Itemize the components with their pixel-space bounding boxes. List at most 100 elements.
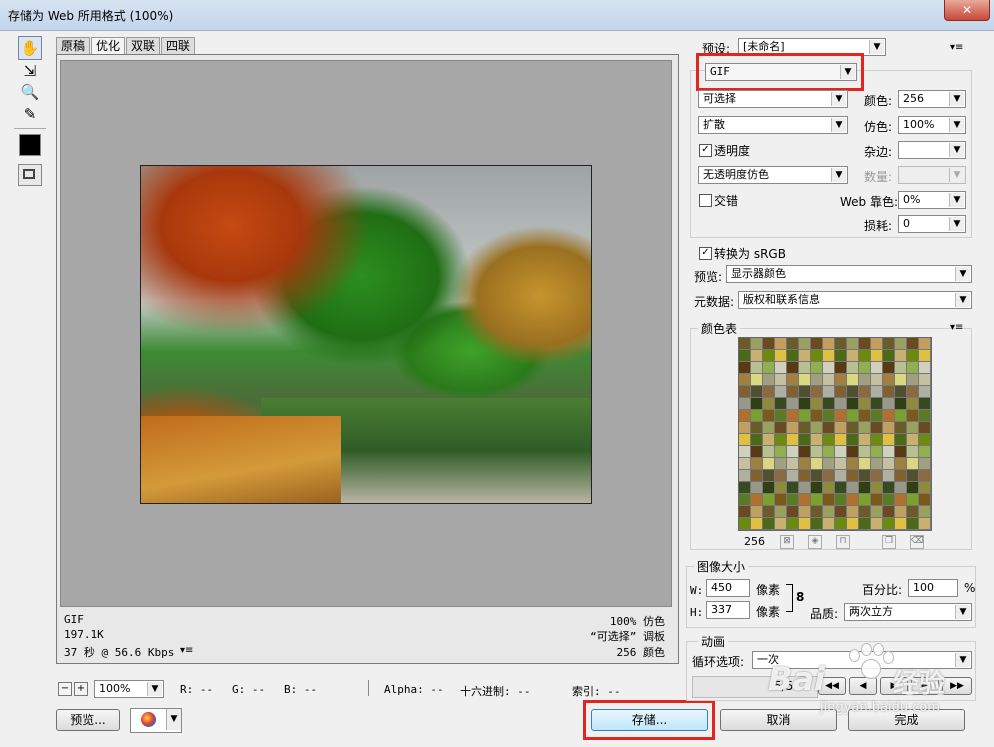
color-swatch[interactable] xyxy=(847,350,859,362)
color-swatch[interactable] xyxy=(739,374,751,386)
color-swatch[interactable] xyxy=(823,386,835,398)
color-swatch[interactable] xyxy=(871,338,883,350)
color-swatch[interactable] xyxy=(859,410,871,422)
color-swatch[interactable] xyxy=(787,458,799,470)
tab-2up[interactable]: 双联 xyxy=(126,37,161,54)
color-swatch[interactable] xyxy=(871,398,883,410)
color-swatch[interactable] xyxy=(751,434,763,446)
color-swatch[interactable] xyxy=(739,458,751,470)
zoom-out-button[interactable]: − xyxy=(58,682,72,696)
color-swatch[interactable] xyxy=(811,434,823,446)
color-swatch[interactable] xyxy=(799,458,811,470)
color-swatch[interactable] xyxy=(751,410,763,422)
hand-icon[interactable]: ✋ xyxy=(18,36,42,60)
color-swatch[interactable] xyxy=(835,398,847,410)
color-swatch[interactable] xyxy=(847,434,859,446)
color-swatch[interactable] xyxy=(871,410,883,422)
color-swatch[interactable] xyxy=(835,494,847,506)
tab-optimized[interactable]: 优化 xyxy=(91,37,126,54)
color-swatch[interactable] xyxy=(739,386,751,398)
color-swatch[interactable] xyxy=(883,338,895,350)
color-swatch[interactable] xyxy=(823,338,835,350)
color-swatch[interactable] xyxy=(883,386,895,398)
color-swatch[interactable] xyxy=(763,350,775,362)
color-swatch[interactable] xyxy=(847,482,859,494)
color-swatch[interactable] xyxy=(919,458,931,470)
color-swatch[interactable] xyxy=(775,338,787,350)
color-swatch[interactable] xyxy=(895,518,907,530)
colors-input[interactable]: 256 ▼ xyxy=(898,90,966,108)
color-swatch[interactable] xyxy=(919,482,931,494)
color-swatch[interactable] xyxy=(895,398,907,410)
color-swatch[interactable] xyxy=(883,350,895,362)
color-swatch[interactable] xyxy=(919,506,931,518)
color-swatch[interactable] xyxy=(751,350,763,362)
color-swatch[interactable] xyxy=(775,410,787,422)
color-swatch[interactable] xyxy=(907,350,919,362)
percent-input[interactable]: 100 xyxy=(908,579,958,597)
color-swatch[interactable] xyxy=(799,422,811,434)
color-swatch[interactable] xyxy=(799,410,811,422)
color-swatch[interactable] xyxy=(907,470,919,482)
color-swatch[interactable] xyxy=(751,446,763,458)
color-swatch[interactable] xyxy=(787,434,799,446)
color-swatch[interactable] xyxy=(895,374,907,386)
color-swatch[interactable] xyxy=(907,518,919,530)
color-swatch[interactable] xyxy=(799,446,811,458)
color-swatch[interactable] xyxy=(883,410,895,422)
color-swatch[interactable] xyxy=(739,506,751,518)
color-swatch[interactable] xyxy=(799,518,811,530)
color-swatch[interactable] xyxy=(919,362,931,374)
color-swatch[interactable] xyxy=(835,506,847,518)
color-swatch[interactable] xyxy=(871,494,883,506)
color-swatch[interactable] xyxy=(775,374,787,386)
color-swatch[interactable] xyxy=(751,470,763,482)
color-swatch[interactable] xyxy=(907,494,919,506)
web-snap-input[interactable]: 0% ▼ xyxy=(898,191,966,209)
color-swatch[interactable] xyxy=(919,398,931,410)
color-swatch[interactable] xyxy=(859,362,871,374)
color-swatch[interactable] xyxy=(811,458,823,470)
color-swatch[interactable] xyxy=(871,446,883,458)
color-swatch[interactable] xyxy=(739,470,751,482)
color-swatch[interactable] xyxy=(763,398,775,410)
color-swatch[interactable] xyxy=(847,446,859,458)
color-swatch[interactable] xyxy=(871,362,883,374)
color-swatch[interactable] xyxy=(763,422,775,434)
color-swatch[interactable] xyxy=(835,374,847,386)
color-swatch[interactable] xyxy=(871,518,883,530)
color-swatch[interactable] xyxy=(907,410,919,422)
color-swatch[interactable] xyxy=(763,386,775,398)
color-swatch[interactable] xyxy=(811,470,823,482)
color-swatch[interactable] xyxy=(739,338,751,350)
new-color-icon[interactable]: ❐ xyxy=(882,535,896,549)
color-swatch[interactable] xyxy=(883,518,895,530)
color-swatch[interactable] xyxy=(835,350,847,362)
color-swatch[interactable] xyxy=(811,386,823,398)
color-swatch[interactable] xyxy=(739,494,751,506)
color-swatch[interactable] xyxy=(919,386,931,398)
color-swatch[interactable] xyxy=(799,482,811,494)
color-swatch[interactable] xyxy=(919,350,931,362)
color-swatch[interactable] xyxy=(823,362,835,374)
color-swatch[interactable] xyxy=(775,386,787,398)
convert-srgb-checkbox[interactable]: ✓ xyxy=(699,247,712,260)
dither-input[interactable]: 100% ▼ xyxy=(898,116,966,134)
color-swatch[interactable] xyxy=(775,518,787,530)
color-swatch[interactable] xyxy=(763,494,775,506)
web-shift-icon[interactable]: ◈ xyxy=(808,535,822,549)
color-swatch[interactable] xyxy=(919,374,931,386)
color-swatch[interactable] xyxy=(859,446,871,458)
color-swatch[interactable] xyxy=(823,374,835,386)
color-swatch[interactable] xyxy=(847,506,859,518)
color-swatch[interactable] xyxy=(919,446,931,458)
last-frame-button[interactable]: ▶▶ xyxy=(942,677,972,695)
color-swatch[interactable] xyxy=(775,398,787,410)
color-swatch[interactable] xyxy=(871,458,883,470)
color-swatch[interactable] xyxy=(775,482,787,494)
color-swatch[interactable] xyxy=(823,446,835,458)
color-swatch[interactable] xyxy=(787,338,799,350)
color-swatch[interactable] xyxy=(847,494,859,506)
color-swatch[interactable] xyxy=(823,482,835,494)
preview-image[interactable] xyxy=(140,165,592,504)
